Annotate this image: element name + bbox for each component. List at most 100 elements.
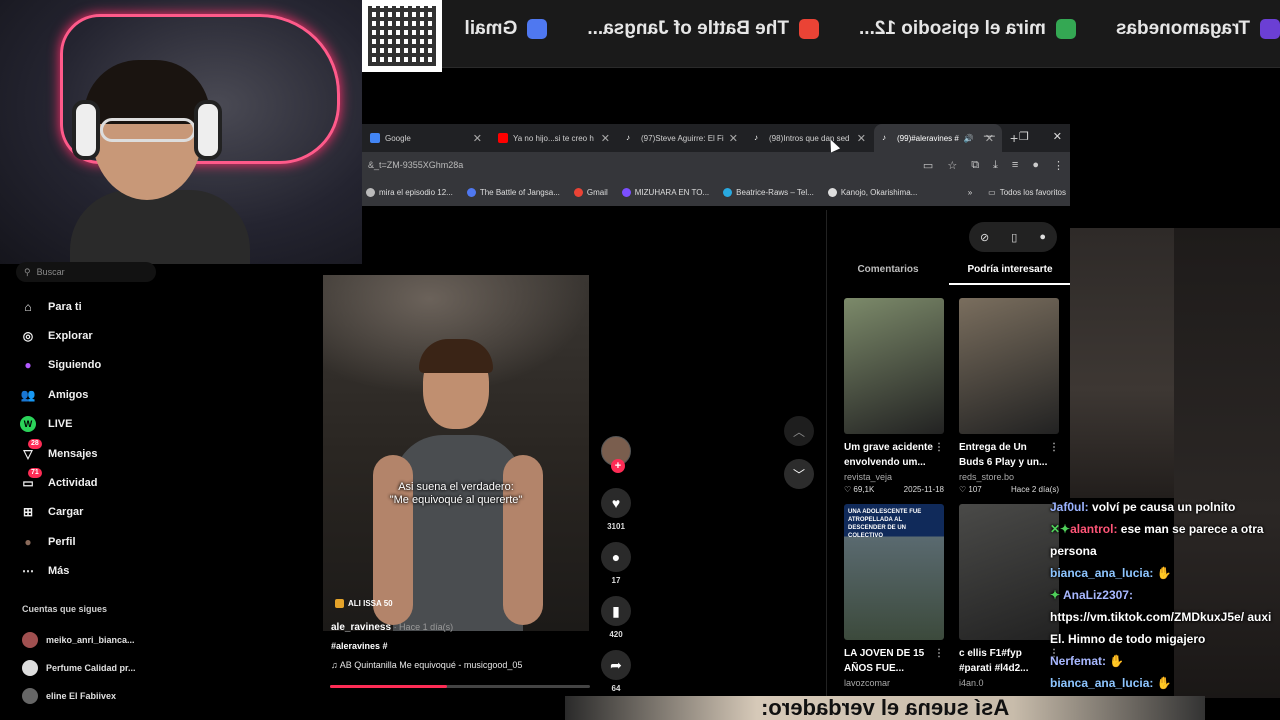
bookmark-item[interactable]: Kanojo, Okarishima... (827, 187, 917, 197)
bookmark-item[interactable]: MIZUHARA EN TO... (621, 187, 709, 197)
bookmark-item[interactable]: The Battle of Jangsa... (466, 187, 560, 197)
bookmark-favicon-icon (1055, 19, 1076, 39)
video-progress-bar[interactable] (330, 685, 590, 688)
device-icon[interactable]: ▯ (1011, 231, 1017, 244)
sidebar-item-mensajes[interactable]: ▽ 28 Mensajes (20, 438, 170, 468)
sidebar-item-cargar[interactable]: ⊞ Cargar (20, 498, 170, 527)
like-button[interactable]: ♥ (601, 488, 631, 518)
more-options-icon[interactable]: ⋮ (934, 440, 944, 455)
recommended-video-card[interactable]: Entrega de Un Buds 6 Play y un... ⋮ reds_s… (959, 298, 1059, 494)
creator-avatar[interactable]: + (601, 436, 631, 473)
sidebar-item-live[interactable]: W LIVE (20, 410, 170, 439)
like-count: ♡ 107 (959, 485, 982, 494)
tab-comments[interactable]: Comentarios (827, 262, 949, 285)
video-hashtag[interactable]: #aleravines # (331, 641, 591, 651)
browser-tab[interactable]: Ya no hijo...si te creo h ✕ (490, 124, 618, 152)
comment-button[interactable]: ● (601, 542, 631, 572)
recommended-video-card[interactable]: c ellis F1#fyp #parati #l4d2... ⋮ i4an.0 (959, 504, 1059, 688)
sidebar-item-label: Explorar (48, 330, 93, 343)
bookmark-icon (621, 187, 631, 197)
chat-message: ✦ AnaLiz2307: https://vm.tiktok.com/ZMDk… (1050, 584, 1280, 650)
bookmark-item[interactable]: mira el episodio 12... (366, 187, 453, 197)
webcam-overlay (0, 0, 362, 264)
extensions-icon[interactable]: ⧉ (971, 159, 979, 172)
avatar (22, 688, 38, 704)
more-options-icon[interactable]: ⋮ (934, 646, 944, 661)
following-account[interactable]: meiko_anri_bianca... (22, 626, 162, 654)
close-tab-icon[interactable]: ✕ (601, 132, 610, 145)
close-tab-icon[interactable]: ✕ (729, 132, 738, 145)
card-title: LA JOVEN DE 15 AÑOS FUE... ⋮ (844, 646, 944, 674)
browser-tab[interactable]: ♪ (98)Intros que dan sed ✕ (746, 124, 874, 152)
browser-tab[interactable]: ♪ (99)#aleravines # 🔊 ✕ (874, 124, 1002, 152)
url-text[interactable]: &_t=ZM-9355XGhm28a (368, 160, 463, 170)
panel-tabs: Comentarios Podría interesarte (827, 262, 1071, 285)
following-account[interactable]: eline El Fabiivex (22, 682, 162, 710)
bookmark-item[interactable]: Beatrice-Raws – Tel... (723, 187, 814, 197)
recommended-video-card[interactable]: Um grave acidente envolvendo um... ⋮ revis… (844, 298, 944, 494)
chat-badge-icon: ✕✦ (1050, 522, 1071, 536)
maximize-icon[interactable]: ❐ (1019, 130, 1029, 143)
mirrored-bookmark: The Battle of Jangsa... (587, 18, 819, 40)
following-account[interactable]: Perfume Calidad pr... (22, 654, 162, 682)
save-button[interactable]: ▮ (601, 596, 631, 626)
stream-chat: Jaf0ul: volví pe causa un polnito ✕✦alant… (1050, 496, 1280, 694)
sidebar-item-amigos[interactable]: 👥 Amigos (20, 380, 170, 409)
sidebar-item-más[interactable]: ⋯ Más (20, 557, 170, 586)
address-bar[interactable]: &_t=ZM-9355XGhm28a ▭ ☆ ⧉ ⤓ ≡ ● ⋮ (362, 152, 1070, 178)
video-thumbnail[interactable]: UNA ADOLESCENTE FUE ATROPELLADA AL DESCE… (844, 504, 944, 640)
tab-label: (97)Steve Aguirre: El Fi (641, 133, 724, 143)
card-author[interactable]: lavozcomar (844, 678, 944, 688)
sidebar-item-explorar[interactable]: ◎ Explorar (20, 321, 170, 350)
video-thumbnail[interactable] (959, 504, 1059, 640)
compass-icon[interactable]: ⊘ (980, 231, 989, 244)
sidebar-item-siguiendo[interactable]: ● Siguiendo (20, 351, 170, 380)
more-options-icon[interactable]: ⋮ (1049, 440, 1059, 455)
all-favorites-folder[interactable]: ▭ Todos los favoritos (988, 188, 1066, 197)
chat-username: AnaLiz2307: (1062, 588, 1133, 602)
minimize-icon[interactable]: — (984, 130, 995, 143)
menu-icon[interactable]: ⋮ (1053, 159, 1064, 172)
mirrored-bookmark: mira el episodio 12... (859, 18, 1076, 40)
chat-message: Nerfemat: ✋ (1050, 650, 1280, 672)
close-window-icon[interactable]: ✕ (1053, 130, 1062, 143)
video-meta: ale_raviness · Hace 1 día(s) #aleravines… (331, 622, 591, 670)
download-icon[interactable]: ⤓ (993, 159, 998, 172)
card-author[interactable]: i4an.0 (959, 678, 1059, 688)
share-button[interactable]: ➦ (601, 650, 631, 680)
video-thumbnail[interactable] (844, 298, 944, 434)
cast-icon[interactable]: ▭ (923, 159, 933, 172)
sidebar-item-para-ti[interactable]: ⌂ Para ti (20, 292, 170, 321)
youtube-icon (498, 133, 508, 143)
compass-icon: ◎ (22, 329, 34, 344)
profile-avatar-icon[interactable]: ● (1032, 159, 1039, 172)
recommended-video-card[interactable]: UNA ADOLESCENTE FUE ATROPELLADA AL DESCE… (844, 504, 944, 688)
video-player[interactable]: Asi suena el verdadero: "Me equivoqué al… (323, 275, 589, 631)
bookmark-star-icon[interactable]: ☆ (947, 159, 957, 172)
card-author[interactable]: reds_store.bo (959, 472, 1059, 482)
browser-tab[interactable]: Google ✕ (362, 124, 490, 152)
emote-icon: ✋ (1106, 654, 1125, 668)
sidebar-nav: ⌂ Para ti ◎ Explorar ● Siguiendo 👥 Amigos W LIVE ▽… (20, 292, 170, 586)
sidebar-item-actividad[interactable]: ▭ 71 Actividad (20, 468, 170, 497)
video-thumbnail[interactable] (959, 298, 1059, 434)
card-author[interactable]: revista_veja (844, 472, 944, 482)
next-video-button[interactable]: ﹀ (784, 459, 814, 489)
browser-tab[interactable]: ♪ (97)Steve Aguirre: El Fi ✕ (618, 124, 746, 152)
sidebar-item-perfil[interactable]: ● Perfil (20, 527, 170, 556)
bookmark-icon (723, 187, 733, 197)
close-tab-icon[interactable]: ✕ (857, 132, 866, 145)
previous-video-button[interactable]: ︿ (784, 416, 814, 446)
more-bookmarks-icon[interactable]: » (968, 188, 972, 197)
search-input[interactable]: ⚲ Buscar (16, 262, 156, 282)
progress-fill (330, 685, 447, 688)
speaker-icon[interactable]: 🔊 (964, 134, 974, 143)
follow-plus-icon[interactable]: + (611, 459, 625, 473)
video-username[interactable]: ale_raviness · Hace 1 día(s) (331, 622, 591, 633)
account-avatar-icon[interactable]: ● (1039, 231, 1046, 243)
bookmark-item[interactable]: Gmail (573, 187, 608, 197)
media-icon[interactable]: ≡ (1012, 159, 1018, 172)
close-tab-icon[interactable]: ✕ (473, 132, 482, 145)
tab-recommended[interactable]: Podría interesarte (949, 262, 1071, 285)
video-music[interactable]: ♫ AB Quintanilla Me equivoqué - musicgoo… (331, 660, 591, 670)
